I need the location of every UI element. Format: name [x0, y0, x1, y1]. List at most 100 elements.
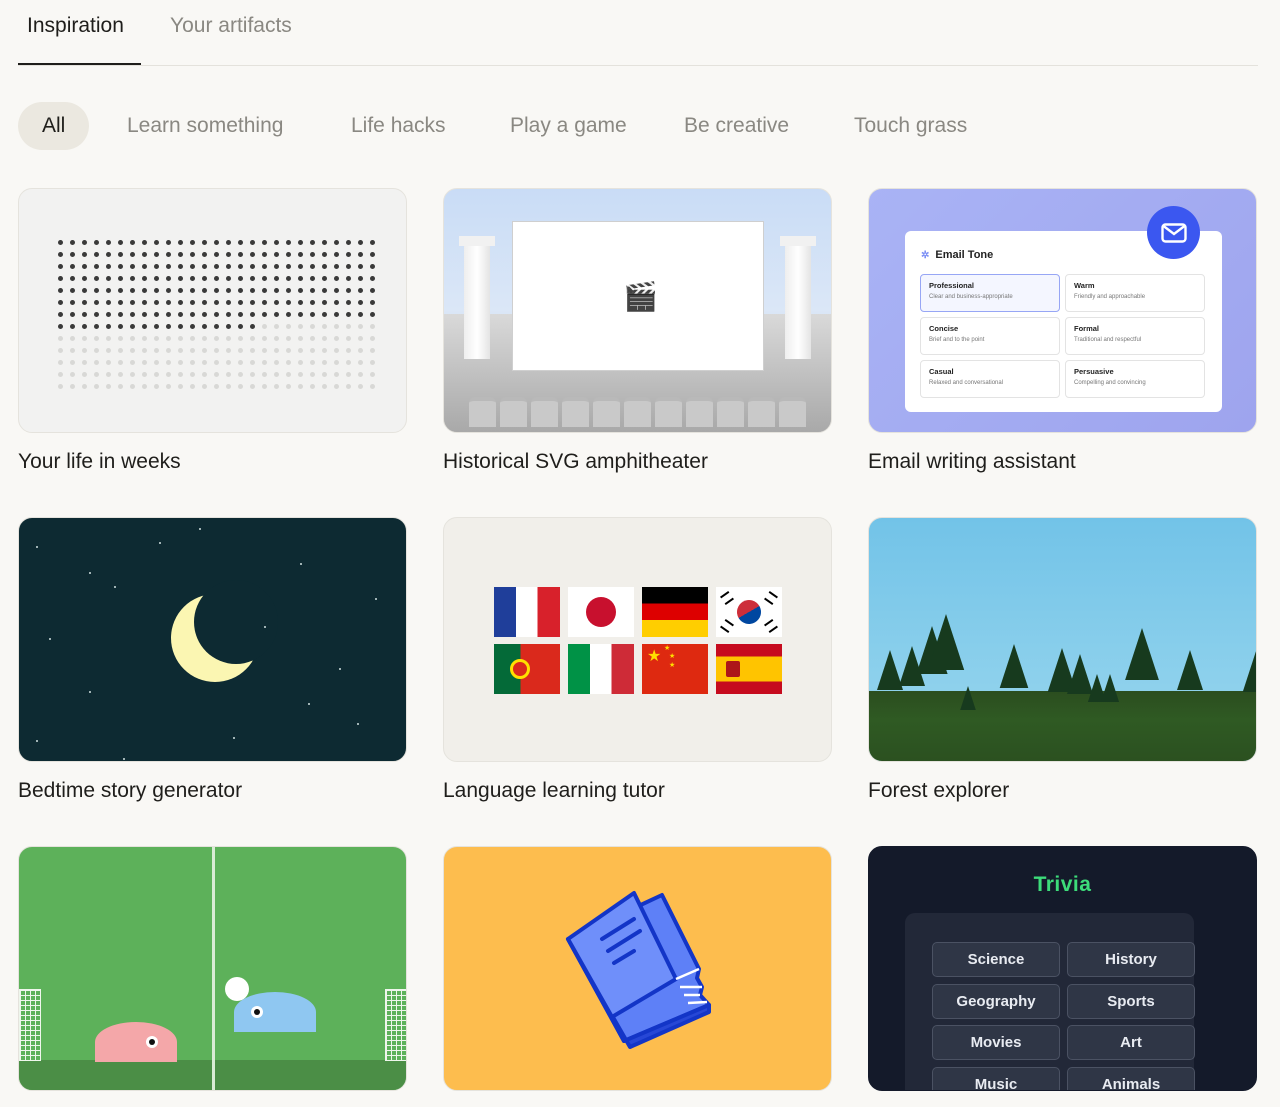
trivia-category-button[interactable]: Music	[932, 1067, 1060, 1090]
week-dot	[262, 384, 267, 389]
week-dot	[178, 276, 183, 281]
tone-option: Warm Friendly and approachable	[1065, 274, 1205, 312]
seat	[748, 397, 775, 427]
week-dot	[130, 240, 135, 245]
china-flag-icon: ★ ★ ★ ★	[642, 644, 708, 694]
trivia-category-button[interactable]: Animals	[1067, 1067, 1195, 1090]
week-dot	[94, 240, 99, 245]
filter-learn-something[interactable]: Learn something	[127, 102, 283, 150]
week-dot	[334, 324, 339, 329]
week-dot	[118, 312, 123, 317]
week-dot	[274, 264, 279, 269]
forest-ground	[869, 691, 1256, 761]
filter-touch-grass[interactable]: Touch grass	[854, 102, 967, 150]
week-dot	[154, 312, 159, 317]
week-dot	[334, 372, 339, 377]
card-title: Language learning tutor	[443, 779, 665, 802]
tab-inspiration[interactable]: Inspiration	[27, 14, 124, 38]
book-icon	[566, 891, 711, 1049]
week-dot	[250, 372, 255, 377]
filter-all[interactable]: All	[18, 102, 90, 150]
week-dot	[274, 312, 279, 317]
week-dot	[370, 300, 375, 305]
week-dot	[70, 312, 75, 317]
week-dot	[274, 348, 279, 353]
week-dot	[166, 360, 171, 365]
week-dot	[370, 360, 375, 365]
week-dot	[58, 324, 63, 329]
week-dot	[214, 324, 219, 329]
trivia-category-button[interactable]: Movies	[932, 1025, 1060, 1060]
star	[49, 638, 51, 640]
week-dot	[226, 300, 231, 305]
week-dot	[334, 264, 339, 269]
filter-be-creative[interactable]: Be creative	[684, 102, 789, 150]
japan-flag-icon	[568, 587, 634, 637]
week-dot	[310, 384, 315, 389]
week-dot	[142, 264, 147, 269]
tab-your-artifacts[interactable]: Your artifacts	[170, 14, 292, 38]
week-dot	[202, 252, 207, 257]
week-dot	[358, 300, 363, 305]
week-dot	[82, 300, 87, 305]
week-dot	[322, 384, 327, 389]
week-dot	[178, 312, 183, 317]
week-dot	[70, 252, 75, 257]
week-dot	[262, 372, 267, 377]
filter-play-a-game[interactable]: Play a game	[510, 102, 627, 150]
week-dot	[106, 240, 111, 245]
week-dot	[262, 288, 267, 293]
star	[89, 572, 91, 574]
week-dot	[190, 312, 195, 317]
week-dot	[334, 360, 339, 365]
week-dot	[58, 384, 63, 389]
week-dot	[358, 372, 363, 377]
week-dot	[142, 240, 147, 245]
trivia-category-button[interactable]: Sports	[1067, 984, 1195, 1019]
trivia-category-button[interactable]: Science	[932, 942, 1060, 977]
week-dot	[214, 252, 219, 257]
week-dot	[166, 348, 171, 353]
week-dot	[274, 240, 279, 245]
week-dot	[142, 300, 147, 305]
filter-life-hacks[interactable]: Life hacks	[351, 102, 446, 150]
pink-player	[95, 1022, 177, 1062]
week-dot	[310, 312, 315, 317]
star	[89, 691, 91, 693]
week-dot	[358, 264, 363, 269]
right-goal-net	[385, 989, 406, 1061]
week-dot	[142, 252, 147, 257]
week-dot	[178, 252, 183, 257]
week-dot	[322, 324, 327, 329]
week-dot	[130, 324, 135, 329]
trivia-category-button[interactable]: Art	[1067, 1025, 1195, 1060]
week-dot	[358, 360, 363, 365]
week-dot	[106, 384, 111, 389]
week-dot	[118, 372, 123, 377]
week-dot	[346, 300, 351, 305]
star	[123, 758, 125, 760]
trivia-category-button[interactable]: History	[1067, 942, 1195, 977]
week-dot	[202, 264, 207, 269]
week-dot	[298, 264, 303, 269]
week-dot	[262, 324, 267, 329]
week-dot	[250, 240, 255, 245]
spain-flag-icon	[716, 644, 782, 694]
trivia-category-button[interactable]: Geography	[932, 984, 1060, 1019]
trivia-category-panel: Science History Geography Sports Movies …	[905, 913, 1195, 1090]
star	[114, 586, 116, 588]
germany-flag-icon	[642, 587, 708, 637]
week-dot	[250, 264, 255, 269]
week-dot	[238, 372, 243, 377]
week-dot	[118, 276, 123, 281]
week-dot	[310, 288, 315, 293]
card-thumbnail	[18, 517, 407, 762]
week-dot	[262, 252, 267, 257]
week-dot	[322, 360, 327, 365]
week-dot	[214, 264, 219, 269]
week-dot	[322, 372, 327, 377]
week-dot	[298, 336, 303, 341]
week-dot	[178, 240, 183, 245]
week-dot	[94, 348, 99, 353]
week-dot	[142, 360, 147, 365]
